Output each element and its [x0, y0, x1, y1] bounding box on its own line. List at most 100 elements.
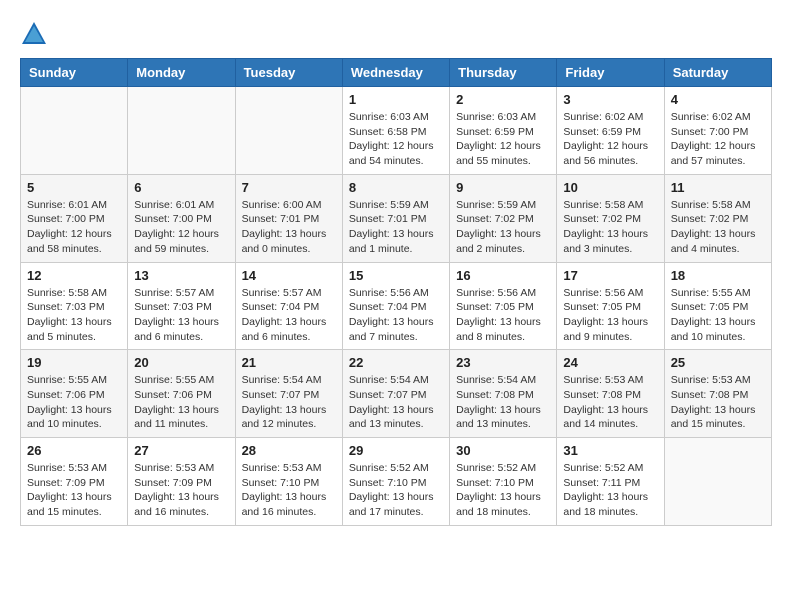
calendar-cell [21, 87, 128, 175]
day-info: Sunrise: 5:52 AM Sunset: 7:10 PM Dayligh… [349, 461, 443, 520]
calendar-cell: 23 Sunrise: 5:54 AM Sunset: 7:08 PM Dayli… [450, 350, 557, 438]
day-number: 6 [134, 180, 228, 195]
calendar-cell: 8 Sunrise: 5:59 AM Sunset: 7:01 PM Daylig… [342, 174, 449, 262]
day-number: 30 [456, 443, 550, 458]
day-number: 21 [242, 355, 336, 370]
day-number: 12 [27, 268, 121, 283]
day-of-week-header: Wednesday [342, 59, 449, 87]
logo-icon [20, 20, 48, 48]
day-number: 28 [242, 443, 336, 458]
calendar-table: SundayMondayTuesdayWednesdayThursdayFrid… [20, 58, 772, 526]
day-number: 22 [349, 355, 443, 370]
calendar-cell: 27Sunrise: 5:53 AM Sunset: 7:09 PM Dayli… [128, 438, 235, 526]
day-number: 9 [456, 180, 550, 195]
day-info: Sunrise: 6:02 AM Sunset: 7:00 PM Dayligh… [671, 110, 765, 169]
day-info: Sunrise: 5:57 AM Sunset: 7:03 PM Dayligh… [134, 286, 228, 345]
day-info: Sunrise: 5:56 AM Sunset: 7:05 PM Dayligh… [563, 286, 657, 345]
day-info: Sunrise: 5:54 AM Sunset: 7:07 PM Dayligh… [242, 373, 336, 432]
day-info: Sunrise: 5:54 AM Sunset: 7:08 PM Dayligh… [456, 373, 550, 432]
calendar-week-row: 12 Sunrise: 5:58 AM Sunset: 7:03 PM Dayli… [21, 262, 772, 350]
day-info: Sunrise: 5:56 AM Sunset: 7:04 PM Dayligh… [349, 286, 443, 345]
calendar-cell: 12 Sunrise: 5:58 AM Sunset: 7:03 PM Dayli… [21, 262, 128, 350]
day-number: 4 [671, 92, 765, 107]
calendar-cell: 31 Sunrise: 5:52 AM Sunset: 7:11 PM Dayli… [557, 438, 664, 526]
logo [20, 20, 52, 48]
day-info: Sunrise: 5:56 AM Sunset: 7:05 PM Dayligh… [456, 286, 550, 345]
day-info: Sunrise: 6:02 AM Sunset: 6:59 PM Dayligh… [563, 110, 657, 169]
day-number: 17 [563, 268, 657, 283]
day-info: Sunrise: 5:55 AM Sunset: 7:05 PM Dayligh… [671, 286, 765, 345]
day-info: Sunrise: 5:58 AM Sunset: 7:02 PM Dayligh… [671, 198, 765, 257]
day-of-week-header: Friday [557, 59, 664, 87]
calendar-week-row: 26 Sunrise: 5:53 AM Sunset: 7:09 PM Dayli… [21, 438, 772, 526]
calendar-cell: 25Sunrise: 5:53 AM Sunset: 7:08 PM Dayli… [664, 350, 771, 438]
day-of-week-header: Thursday [450, 59, 557, 87]
day-info: Sunrise: 6:01 AM Sunset: 7:00 PM Dayligh… [134, 198, 228, 257]
day-number: 8 [349, 180, 443, 195]
day-number: 31 [563, 443, 657, 458]
day-info: Sunrise: 5:58 AM Sunset: 7:02 PM Dayligh… [563, 198, 657, 257]
page-header [20, 20, 772, 48]
calendar-cell: 28 Sunrise: 5:53 AM Sunset: 7:10 PM Dayli… [235, 438, 342, 526]
day-number: 29 [349, 443, 443, 458]
day-info: Sunrise: 5:52 AM Sunset: 7:10 PM Dayligh… [456, 461, 550, 520]
calendar-cell: 5 Sunrise: 6:01 AM Sunset: 7:00 PM Daylig… [21, 174, 128, 262]
calendar-header-row: SundayMondayTuesdayWednesdayThursdayFrid… [21, 59, 772, 87]
day-number: 20 [134, 355, 228, 370]
day-number: 18 [671, 268, 765, 283]
calendar-cell: 18 Sunrise: 5:55 AM Sunset: 7:05 PM Dayli… [664, 262, 771, 350]
day-info: Sunrise: 5:53 AM Sunset: 7:10 PM Dayligh… [242, 461, 336, 520]
calendar-cell [664, 438, 771, 526]
calendar-cell: 11 Sunrise: 5:58 AM Sunset: 7:02 PM Dayli… [664, 174, 771, 262]
day-number: 27 [134, 443, 228, 458]
calendar-cell: 6 Sunrise: 6:01 AM Sunset: 7:00 PM Daylig… [128, 174, 235, 262]
calendar-week-row: 5 Sunrise: 6:01 AM Sunset: 7:00 PM Daylig… [21, 174, 772, 262]
calendar-cell: 29 Sunrise: 5:52 AM Sunset: 7:10 PM Dayli… [342, 438, 449, 526]
calendar-cell: 7 Sunrise: 6:00 AM Sunset: 7:01 PM Daylig… [235, 174, 342, 262]
calendar-cell: 19 Sunrise: 5:55 AM Sunset: 7:06 PM Dayli… [21, 350, 128, 438]
day-number: 19 [27, 355, 121, 370]
calendar-cell: 1Sunrise: 6:03 AM Sunset: 6:58 PM Daylig… [342, 87, 449, 175]
day-info: Sunrise: 5:52 AM Sunset: 7:11 PM Dayligh… [563, 461, 657, 520]
day-info: Sunrise: 6:03 AM Sunset: 6:59 PM Dayligh… [456, 110, 550, 169]
day-info: Sunrise: 5:53 AM Sunset: 7:09 PM Dayligh… [27, 461, 121, 520]
day-number: 3 [563, 92, 657, 107]
calendar-cell: 9 Sunrise: 5:59 AM Sunset: 7:02 PM Daylig… [450, 174, 557, 262]
day-number: 5 [27, 180, 121, 195]
calendar-cell: 15 Sunrise: 5:56 AM Sunset: 7:04 PM Dayli… [342, 262, 449, 350]
day-info: Sunrise: 5:58 AM Sunset: 7:03 PM Dayligh… [27, 286, 121, 345]
day-info: Sunrise: 5:55 AM Sunset: 7:06 PM Dayligh… [134, 373, 228, 432]
day-number: 1 [349, 92, 443, 107]
calendar-cell: 22Sunrise: 5:54 AM Sunset: 7:07 PM Dayli… [342, 350, 449, 438]
day-info: Sunrise: 5:55 AM Sunset: 7:06 PM Dayligh… [27, 373, 121, 432]
day-info: Sunrise: 5:53 AM Sunset: 7:08 PM Dayligh… [671, 373, 765, 432]
day-info: Sunrise: 5:57 AM Sunset: 7:04 PM Dayligh… [242, 286, 336, 345]
calendar-cell [128, 87, 235, 175]
day-info: Sunrise: 5:53 AM Sunset: 7:08 PM Dayligh… [563, 373, 657, 432]
calendar-cell: 26 Sunrise: 5:53 AM Sunset: 7:09 PM Dayli… [21, 438, 128, 526]
day-number: 24 [563, 355, 657, 370]
day-number: 15 [349, 268, 443, 283]
day-info: Sunrise: 6:01 AM Sunset: 7:00 PM Dayligh… [27, 198, 121, 257]
day-number: 26 [27, 443, 121, 458]
day-info: Sunrise: 5:59 AM Sunset: 7:01 PM Dayligh… [349, 198, 443, 257]
day-number: 23 [456, 355, 550, 370]
day-number: 16 [456, 268, 550, 283]
day-number: 7 [242, 180, 336, 195]
calendar-cell: 21 Sunrise: 5:54 AM Sunset: 7:07 PM Dayli… [235, 350, 342, 438]
calendar-week-row: 1Sunrise: 6:03 AM Sunset: 6:58 PM Daylig… [21, 87, 772, 175]
day-number: 14 [242, 268, 336, 283]
day-number: 13 [134, 268, 228, 283]
calendar-cell: 13 Sunrise: 5:57 AM Sunset: 7:03 PM Dayli… [128, 262, 235, 350]
calendar-cell: 10Sunrise: 5:58 AM Sunset: 7:02 PM Dayli… [557, 174, 664, 262]
day-number: 11 [671, 180, 765, 195]
day-info: Sunrise: 5:59 AM Sunset: 7:02 PM Dayligh… [456, 198, 550, 257]
day-info: Sunrise: 6:00 AM Sunset: 7:01 PM Dayligh… [242, 198, 336, 257]
calendar-cell: 30 Sunrise: 5:52 AM Sunset: 7:10 PM Dayli… [450, 438, 557, 526]
calendar-cell: 3 Sunrise: 6:02 AM Sunset: 6:59 PM Daylig… [557, 87, 664, 175]
calendar-cell: 24 Sunrise: 5:53 AM Sunset: 7:08 PM Dayli… [557, 350, 664, 438]
day-of-week-header: Sunday [21, 59, 128, 87]
calendar-cell: 20 Sunrise: 5:55 AM Sunset: 7:06 PM Dayli… [128, 350, 235, 438]
calendar-cell: 17 Sunrise: 5:56 AM Sunset: 7:05 PM Dayli… [557, 262, 664, 350]
calendar-cell: 16 Sunrise: 5:56 AM Sunset: 7:05 PM Dayli… [450, 262, 557, 350]
